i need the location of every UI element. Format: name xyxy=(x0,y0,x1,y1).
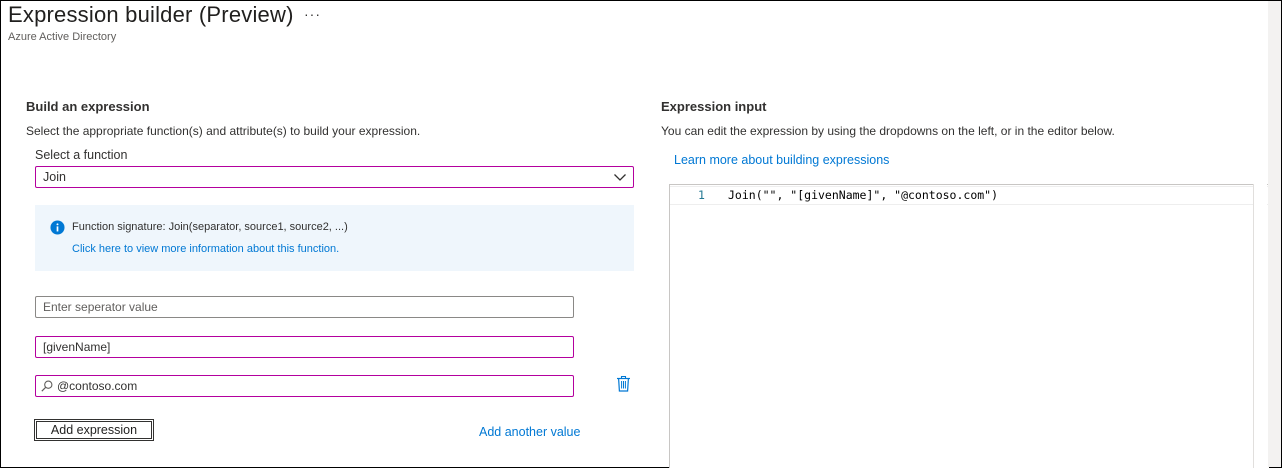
info-icon xyxy=(50,220,65,235)
trash-icon[interactable] xyxy=(616,375,631,392)
expression-input-description: You can edit the expression by using the… xyxy=(661,124,1115,138)
add-another-value-link[interactable]: Add another value xyxy=(479,425,580,439)
expression-editor[interactable]: 1 Join("", "[givenName]", "@contoso.com"… xyxy=(669,184,1269,468)
function-info-box: Function signature: Join(separator, sour… xyxy=(35,205,634,271)
select-function-label: Select a function xyxy=(35,148,128,162)
function-select[interactable]: Join xyxy=(35,166,634,188)
add-expression-button[interactable]: Add expression xyxy=(34,419,154,441)
more-icon[interactable]: ··· xyxy=(304,6,321,22)
function-select-value: Join xyxy=(43,170,66,184)
source1-input[interactable] xyxy=(35,336,574,358)
separator-input[interactable] xyxy=(35,296,574,318)
page-subtitle: Azure Active Directory xyxy=(8,31,117,43)
expression-code[interactable]: Join("", "[givenName]", "@contoso.com") xyxy=(728,188,998,202)
chevron-down-icon xyxy=(614,174,626,181)
function-info-link[interactable]: Click here to view more information abou… xyxy=(72,243,339,255)
source2-input[interactable] xyxy=(57,376,567,396)
line-number: 1 xyxy=(698,188,705,202)
build-expression-description: Select the appropriate function(s) and a… xyxy=(26,124,421,138)
build-expression-title: Build an expression xyxy=(26,99,150,114)
editor-scrollbar[interactable] xyxy=(1253,184,1267,468)
function-signature: Function signature: Join(separator, sour… xyxy=(72,221,348,233)
search-icon xyxy=(41,380,53,392)
learn-more-link[interactable]: Learn more about building expressions xyxy=(674,153,889,167)
expression-input-title: Expression input xyxy=(661,99,767,114)
source2-field[interactable] xyxy=(35,375,574,397)
page-scrollbar[interactable] xyxy=(1268,1,1281,467)
page-title: Expression builder (Preview) xyxy=(8,2,294,27)
